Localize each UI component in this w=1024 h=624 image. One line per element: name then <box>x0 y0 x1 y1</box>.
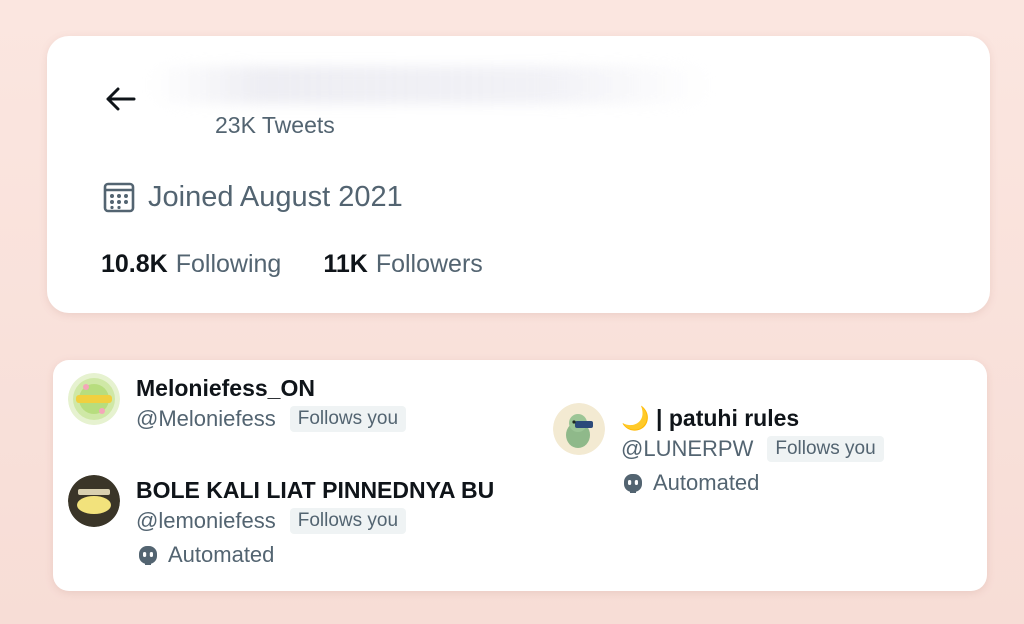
automated-label-row: Automated <box>621 468 884 498</box>
automated-label: Automated <box>653 470 760 495</box>
followers-count: 11K <box>323 250 368 278</box>
robot-icon <box>624 474 642 493</box>
automated-label: Automated <box>168 542 275 567</box>
list-item[interactable]: BOLE KALI LIAT PINNEDNYA BU @lemoniefess… <box>68 475 494 570</box>
followers-label: Followers <box>375 250 483 278</box>
followers-link[interactable]: 11K Followers <box>323 250 482 279</box>
calendar-icon <box>103 182 135 213</box>
user-display-name: 🌙 | patuhi rules <box>621 405 800 431</box>
following-count: 10.8K <box>101 250 168 278</box>
follows-you-badge: Follows you <box>289 508 407 534</box>
avatar[interactable] <box>68 475 120 527</box>
avatar[interactable] <box>553 403 605 455</box>
follows-you-badge: Follows you <box>767 436 884 462</box>
back-button[interactable] <box>100 82 140 116</box>
user-display-name: Meloniefess_ON <box>136 375 315 401</box>
profile-name-blurred <box>150 66 710 104</box>
avatar[interactable] <box>68 373 120 425</box>
automated-label-row: Automated <box>136 540 494 570</box>
user-handle: @LUNERPW <box>621 436 754 461</box>
arrow-left-icon <box>106 87 136 111</box>
following-label: Following <box>175 250 282 278</box>
tweets-count: 23K Tweets <box>215 112 335 138</box>
joined-date-row: Joined August 2021 <box>102 180 403 214</box>
list-item[interactable]: 🌙 | patuhi rules @LUNERPW Follows you Au… <box>553 403 884 498</box>
list-item[interactable]: Meloniefess_ON @Meloniefess Follows you <box>68 373 407 434</box>
follow-stats: 10.8K Following 11K Followers <box>101 250 483 279</box>
follows-you-badge: Follows you <box>289 406 407 432</box>
following-link[interactable]: 10.8K Following <box>101 250 281 279</box>
joined-date: Joined August 2021 <box>148 180 403 213</box>
robot-icon <box>139 546 157 565</box>
user-display-name: BOLE KALI LIAT PINNEDNYA BU <box>136 477 495 503</box>
user-handle: @Meloniefess <box>136 406 276 431</box>
user-handle: @lemoniefess <box>136 508 276 533</box>
